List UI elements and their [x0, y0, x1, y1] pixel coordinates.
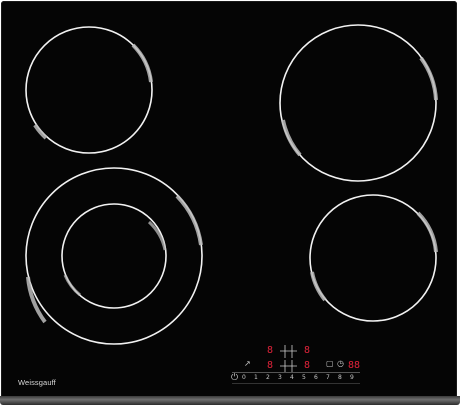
- slider-level-1[interactable]: 1: [254, 374, 258, 381]
- zone-bottom-left-dual[interactable]: [25, 167, 203, 345]
- zone-display-top-right: 8: [304, 345, 311, 356]
- slider-level-2[interactable]: 2: [266, 374, 270, 381]
- lock-icon[interactable]: ↗: [244, 359, 251, 368]
- box-icon[interactable]: ▢: [326, 359, 334, 368]
- cooking-zones: [25, 24, 438, 372]
- slider-level-9[interactable]: 9: [350, 374, 354, 381]
- zone-bottom-right[interactable]: [309, 194, 438, 322]
- slider-level-8[interactable]: 8: [338, 374, 342, 381]
- slider-level-3[interactable]: 3: [278, 374, 282, 381]
- zone-display-bottom-left: 8: [267, 360, 274, 371]
- zone-display-top-left: 8: [267, 345, 274, 356]
- slider-level-6[interactable]: 6: [314, 374, 318, 381]
- timer-icon[interactable]: ◷: [337, 359, 344, 368]
- power-slider[interactable]: 0 1 2 3 4 5 6 7 8 9: [232, 372, 360, 384]
- zone-display-bottom-right: 8: [304, 360, 311, 371]
- brand-logo: Weissgauff: [18, 378, 56, 387]
- slider-level-7[interactable]: 7: [326, 374, 330, 381]
- zone-top-left[interactable]: [25, 26, 153, 154]
- slider-level-4[interactable]: 4: [290, 374, 294, 381]
- slider-level-5[interactable]: 5: [302, 374, 306, 381]
- timer-display: 88: [348, 360, 361, 371]
- display-separators: [280, 345, 297, 372]
- zone-top-right[interactable]: [279, 24, 438, 182]
- slider-level-0[interactable]: 0: [242, 374, 246, 381]
